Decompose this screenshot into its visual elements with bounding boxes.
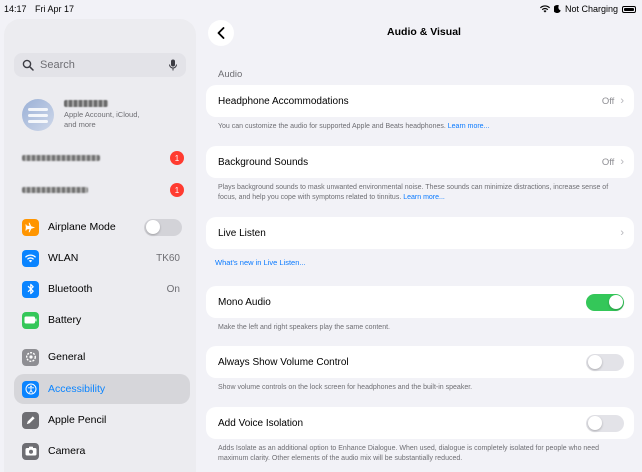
bluetooth-icon (22, 280, 39, 298)
headphone-accommodations-row[interactable]: Headphone Accommodations Off › (206, 85, 634, 117)
wifi-icon (22, 249, 39, 267)
chevron-right-icon: › (620, 95, 624, 107)
row-label: Add Voice Isolation (218, 417, 304, 429)
wifi-status-icon (539, 5, 550, 13)
volume-control-toggle[interactable] (586, 353, 624, 371)
background-sounds-row[interactable]: Background Sounds Off › (206, 146, 634, 178)
account-row[interactable]: Apple Account, iCloud, and more (22, 95, 192, 135)
sidebar-item-label: WLAN (48, 252, 79, 264)
redacted-label (22, 187, 88, 193)
notification-badge: 1 (170, 151, 184, 165)
wlan-network-value: TK60 (156, 252, 180, 264)
back-button[interactable] (208, 20, 234, 46)
status-time: 14:17 (4, 4, 27, 14)
voice-isolation-toggle[interactable] (586, 414, 624, 432)
row-value: Off (601, 156, 615, 168)
airplane-mode-toggle[interactable] (144, 218, 182, 236)
mono-audio-toggle[interactable] (586, 293, 624, 311)
learn-more-link[interactable]: Learn more... (403, 194, 445, 201)
row-value: Off (601, 95, 615, 107)
sidebar-item-bluetooth[interactable]: Bluetooth On (14, 274, 190, 304)
headphone-accommodations-footnote: You can customize the audio for supporte… (218, 123, 490, 130)
chevron-right-icon: › (620, 156, 624, 168)
account-subtitle-line1: Apple Account, iCloud, (64, 110, 140, 119)
page-title: Audio & Visual (387, 26, 461, 38)
avatar (22, 99, 54, 131)
row-label: Always Show Volume Control (218, 356, 349, 368)
notification-badge: 1 (170, 183, 184, 197)
chevron-left-icon (217, 27, 225, 39)
mono-audio-row: Mono Audio (206, 286, 634, 318)
status-bar: 14:17 Fri Apr 17 Not Charging (0, 0, 642, 18)
mono-audio-footnote: Make the left and right speakers play th… (218, 324, 390, 331)
voice-isolation-row: Add Voice Isolation (206, 407, 634, 439)
status-date: Fri Apr 17 (35, 4, 75, 14)
section-header-audio: Audio (218, 69, 243, 80)
camera-icon (22, 442, 39, 460)
sidebar-item-label: Bluetooth (48, 283, 93, 295)
sidebar-item-wlan[interactable]: WLAN TK60 (14, 243, 190, 273)
sidebar-item-apple-pencil[interactable]: Apple Pencil (14, 405, 190, 435)
account-subtitle-line2: and more (64, 120, 96, 129)
sidebar-item-label: General (48, 351, 86, 363)
sidebar-item-general[interactable]: General (14, 342, 190, 372)
volume-control-footnote: Show volume controls on the lock screen … (218, 384, 473, 391)
battery-status-icon (622, 5, 636, 13)
row-label: Live Listen (218, 227, 266, 239)
sidebar-item-label: Camera (48, 445, 86, 457)
learn-more-link[interactable]: Learn more... (448, 123, 490, 130)
row-label: Background Sounds (218, 156, 309, 168)
volume-control-row: Always Show Volume Control (206, 346, 634, 378)
battery-icon (22, 311, 39, 329)
gear-icon (22, 348, 39, 366)
background-sounds-footnote: Plays background sounds to mask unwanted… (218, 184, 609, 201)
redacted-notification-row[interactable]: 1 (22, 182, 192, 198)
sidebar-item-label: Apple Pencil (48, 414, 107, 426)
sidebar-item-label: Battery (48, 314, 82, 326)
chevron-right-icon: › (620, 227, 624, 239)
airplane-icon (22, 218, 39, 236)
sidebar-item-airplane-mode[interactable]: Airplane Mode (14, 212, 190, 242)
sidebar: Search Apple Account, iCloud, and more 1… (4, 19, 196, 472)
voice-isolation-footnote: Adds Isolate as an additional option to … (218, 445, 599, 462)
row-label: Mono Audio (218, 296, 271, 308)
whats-new-live-listen-link[interactable]: What's new in Live Listen... (215, 258, 306, 267)
search-icon (22, 59, 34, 71)
bluetooth-value: On (166, 283, 180, 295)
search-input[interactable]: Search (14, 53, 186, 77)
redacted-label (22, 155, 100, 161)
pencil-icon (22, 411, 39, 429)
redacted-notification-row[interactable]: 1 (22, 150, 192, 166)
sidebar-item-label: Airplane Mode (48, 221, 116, 233)
moon-icon (553, 5, 561, 13)
accessibility-icon (22, 380, 39, 398)
sidebar-item-label: Accessibility (48, 383, 106, 395)
charging-status: Not Charging (564, 4, 618, 14)
search-placeholder: Search (40, 59, 75, 71)
sidebar-item-camera[interactable]: Camera (14, 436, 190, 466)
sidebar-item-battery[interactable]: Battery (14, 305, 190, 335)
redacted-account-name (64, 100, 108, 107)
sidebar-item-accessibility[interactable]: Accessibility (14, 374, 190, 404)
microphone-icon[interactable] (168, 59, 178, 71)
row-label: Headphone Accommodations (218, 95, 349, 107)
live-listen-row[interactable]: Live Listen › (206, 217, 634, 249)
